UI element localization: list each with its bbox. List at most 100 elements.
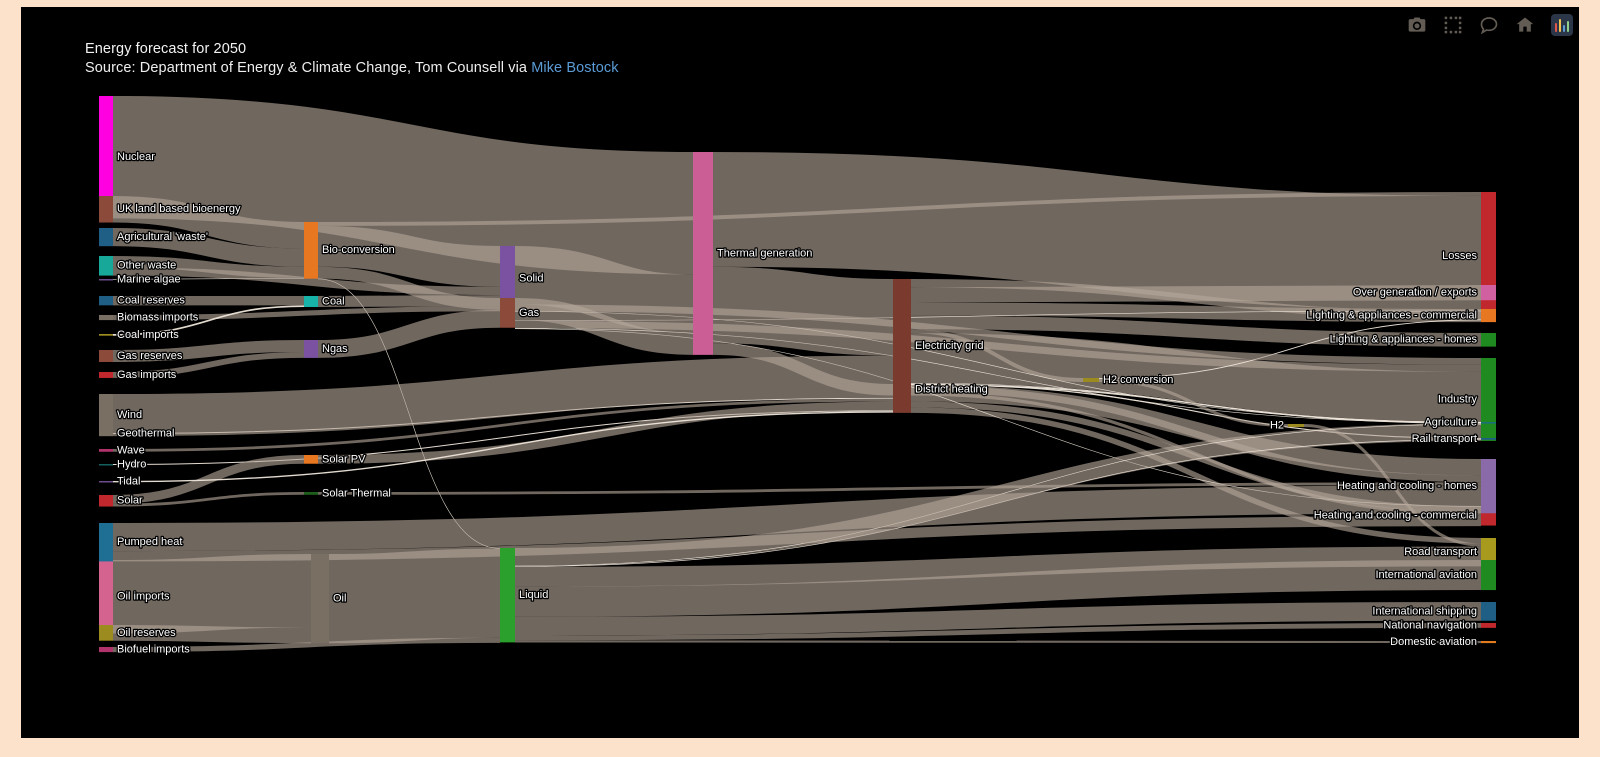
sankey-node-label: Coal imports [117,329,179,341]
sankey-node-label: Gas reserves [117,350,183,362]
sankey-node-label: Domestic aviation [1390,636,1477,648]
sankey-node[interactable] [1481,459,1496,514]
sankey-node[interactable] [99,560,113,634]
sankey-node-label: Biofuel imports [117,643,190,655]
home-icon[interactable] [1515,15,1535,35]
sankey-node[interactable] [1481,309,1496,323]
sankey-node[interactable] [1481,438,1496,440]
sankey-node[interactable] [99,523,113,562]
sankey-node[interactable] [1481,285,1496,301]
sankey-node[interactable] [99,279,113,281]
sankey-node-label: Lighting & appliances - homes [1330,334,1478,346]
sankey-node[interactable] [1481,358,1496,441]
sankey-node-label: Liquid [519,589,548,601]
sankey-node-label: Geothermal [117,428,174,440]
sankey-node[interactable] [1481,333,1496,347]
sankey-node[interactable] [1481,602,1496,621]
sankey-node-label: Bio-conversion [322,244,395,256]
sankey-node-label: Thermal generation [717,247,812,259]
sankey-node-label: Lighting & appliances - commercial [1306,309,1477,321]
sankey-node[interactable] [99,647,113,653]
selection-icon[interactable] [1443,15,1463,35]
header: Energy forecast for 2050 Source: Departm… [85,40,619,77]
sankey-node-label: Nuclear [117,151,155,163]
sankey-node[interactable] [99,394,113,437]
sankey-node-label: Oil reserves [117,627,176,639]
sankey-node-label: Other waste [117,260,176,272]
sankey-node[interactable] [1288,424,1304,428]
sankey-node-label: International shipping [1372,605,1477,617]
sankey-node-label: International aviation [1375,569,1477,581]
sankey-node[interactable] [500,548,515,643]
sankey-node[interactable] [304,222,318,279]
sankey-node-label: UK land based bioenergy [117,203,241,215]
sankey-node[interactable] [99,334,113,336]
sankey-node[interactable] [99,256,113,276]
sankey-node[interactable] [1481,641,1496,644]
app-chart-icon[interactable] [1551,14,1573,36]
sankey-node-label: Over generation / exports [1353,287,1478,299]
sankey-node-label: Agriculture [1424,417,1477,429]
sankey-node[interactable] [99,296,113,306]
sankey-node-label: Road transport [1404,546,1477,558]
sankey-node-label: H2 conversion [1103,374,1173,386]
sankey-node[interactable] [99,481,113,483]
sankey-node[interactable] [1083,378,1099,382]
sankey-node-label: Electricity grid [915,340,983,352]
source-prefix: Source: Department of Energy & Climate C… [85,59,532,76]
source-link[interactable]: Mike Bostock [531,60,618,76]
chart-canvas: Energy forecast for 2050 Source: Departm… [21,7,1579,738]
sankey-node-label: H2 [1270,419,1284,431]
sankey-node[interactable] [99,196,113,223]
sankey-node-label: Marine algae [117,274,181,286]
sankey-node[interactable] [693,152,713,355]
sankey-node[interactable] [311,554,329,644]
sankey-node[interactable] [304,455,318,464]
sankey-link[interactable] [712,266,894,356]
camera-icon[interactable] [1407,15,1427,35]
toolbar [1407,11,1573,39]
comment-icon[interactable] [1479,15,1499,35]
sankey-node[interactable] [99,350,113,362]
page-title: Energy forecast for 2050 [85,41,247,57]
sankey-node[interactable] [99,449,113,452]
sankey-node-label: Losses [1442,250,1477,262]
sankey-node[interactable] [893,279,911,413]
sankey-diagram: Agricultural 'waste' Bio-conversion Liquid… [99,96,1496,657]
sankey-node[interactable] [99,372,113,378]
sankey-node-label: Hydro [117,459,146,471]
sankey-link[interactable] [328,548,501,644]
sankey-node[interactable] [1481,192,1496,321]
sankey-node-label: Agricultural 'waste' [117,231,208,243]
sankey-node[interactable] [99,495,113,507]
sankey-node-label: Oil imports [117,591,170,603]
sankey-node-label: District heating [915,384,988,396]
sankey-node-label: Gas imports [117,369,177,381]
sankey-link[interactable] [514,640,1482,644]
sankey-node-label: National navigation [1383,619,1477,631]
sankey-node-label: Heating and cooling - homes [1337,480,1478,492]
sankey-node-label: Rail transport [1412,433,1477,445]
sankey-node-label: Industry [1438,393,1478,405]
sankey-node[interactable] [99,315,113,321]
sankey-node[interactable] [99,464,113,466]
sankey-node[interactable] [1481,623,1496,628]
sankey-node[interactable] [99,228,113,247]
sankey-node-label: Tidal [117,476,140,488]
sankey-node-label: Oil [333,593,346,605]
sankey-node[interactable] [1481,422,1496,424]
sankey-node-label: Solar PV [322,453,366,465]
sankey-node[interactable] [1481,560,1496,591]
sankey-node-label: Coal reserves [117,295,185,307]
sankey-link[interactable] [317,295,501,308]
sankey-node-label: Biomass imports [117,311,199,323]
sankey-node-label: Wave [117,444,145,456]
sankey-node[interactable] [500,298,515,328]
sankey-node-label: Solar Thermal [322,487,391,499]
sankey-link[interactable] [712,152,1482,311]
sankey-node[interactable] [304,492,318,495]
sankey-node[interactable] [99,625,113,641]
sankey-node-label: Wind [117,409,142,421]
sankey-node[interactable] [304,340,318,358]
sankey-node[interactable] [304,296,318,308]
